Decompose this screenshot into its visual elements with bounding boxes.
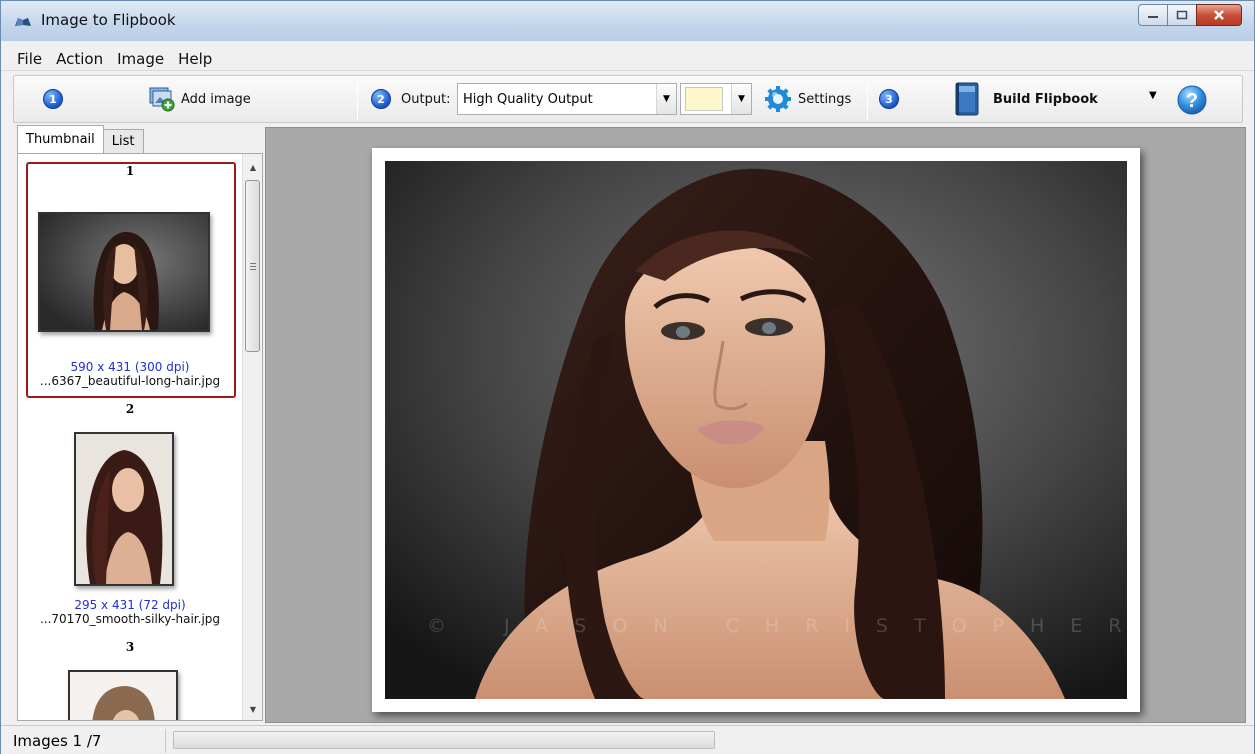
step-3-badge: 3 — [879, 89, 899, 109]
thumbnail-filename: ...70170_smooth-silky-hair.jpg — [39, 612, 221, 626]
menu-file[interactable]: File — [11, 50, 48, 68]
help-icon: ? — [1177, 85, 1207, 115]
preview-frame: © JASON CHRISTOPHER — [372, 148, 1140, 712]
thumbnail-item[interactable]: 2 — [18, 402, 242, 416]
thumbnail-dimensions: 295 x 431 (72 dpi) — [74, 598, 186, 612]
step-2-badge: 2 — [371, 89, 391, 109]
add-image-icon — [149, 87, 175, 112]
menu-image[interactable]: Image — [111, 50, 170, 68]
color-picker[interactable]: ▼ — [680, 83, 752, 115]
chevron-down-icon: ▼ — [656, 84, 676, 114]
status-bar: Images 1 /7 — [1, 725, 1254, 754]
book-icon — [955, 82, 979, 116]
status-separator — [165, 729, 166, 753]
portrait-thumbnail — [76, 434, 172, 584]
thumbnail-info: 295 x 431 (72 dpi) ...70170_smooth-silky… — [18, 598, 242, 626]
window-controls — [1138, 4, 1242, 26]
add-image-label: Add image — [181, 91, 251, 107]
thumbnail-filename: ...6367_beautiful-long-hair.jpg — [39, 374, 221, 388]
close-icon — [1214, 10, 1224, 20]
thumbnail-item[interactable]: 3 — [18, 640, 242, 654]
status-progress-bar — [173, 731, 715, 749]
scrollbar-thumb[interactable] — [245, 180, 260, 352]
minimize-button[interactable] — [1138, 4, 1168, 26]
preview-image[interactable]: © JASON CHRISTOPHER — [385, 161, 1127, 699]
maximize-icon — [1176, 10, 1188, 20]
thumbnail-image[interactable] — [74, 432, 174, 586]
settings-label: Settings — [798, 91, 852, 107]
grip-icon — [250, 263, 256, 270]
add-image-button[interactable]: Add image — [149, 85, 251, 113]
thumbnail-info: 590 x 431 (300 dpi) ...6367_beautiful-lo… — [18, 360, 242, 388]
thumbnail-item[interactable]: 1 — [18, 164, 242, 178]
close-button[interactable] — [1196, 4, 1242, 26]
scroll-down-icon[interactable]: ▼ — [243, 700, 262, 718]
preview-watermark: © JASON CHRISTOPHER — [427, 615, 1127, 637]
output-select[interactable]: High Quality Output ▼ — [457, 83, 677, 115]
build-flipbook-button[interactable]: Build Flipbook — [955, 81, 1165, 117]
preview-area: © JASON CHRISTOPHER — [265, 127, 1246, 723]
help-button[interactable]: ? — [1176, 84, 1208, 119]
chevron-down-icon: ▼ — [731, 84, 751, 114]
output-select-value: High Quality Output — [463, 91, 593, 107]
status-text: Images 1 /7 — [13, 732, 102, 750]
thumbnail-number: 1 — [125, 164, 135, 178]
build-dropdown-arrow[interactable]: ▼ — [1149, 90, 1157, 101]
minimize-icon — [1148, 16, 1158, 18]
tab-thumbnail[interactable]: Thumbnail — [17, 125, 104, 153]
menu-action[interactable]: Action — [50, 50, 109, 68]
book-icon — [15, 18, 31, 26]
step-1-badge: 1 — [43, 89, 63, 109]
thumbnail-image[interactable] — [68, 670, 178, 720]
toolbar: 1 Add image 2 Output: High Quality Outpu… — [13, 75, 1243, 123]
maximize-button[interactable] — [1167, 4, 1197, 26]
thumbnail-scrollbar[interactable]: ▲ ▼ — [242, 154, 262, 720]
thumbnail-number: 3 — [125, 640, 135, 654]
svg-text:?: ? — [1186, 90, 1198, 112]
color-swatch — [685, 87, 723, 111]
title-bar: Image to Flipbook — [1, 1, 1254, 41]
thumbnail-number: 2 — [125, 402, 135, 416]
gear-icon — [765, 86, 791, 112]
output-label: Output: — [401, 92, 451, 107]
menu-bar: File Action Image Help — [1, 47, 1254, 71]
tab-list[interactable]: List — [102, 129, 144, 153]
thumbnail-panel: 1 590 x 431 (300 dpi) ...6367_beautiful-… — [17, 153, 263, 721]
toolbar-separator — [357, 80, 358, 120]
window-title: Image to Flipbook — [41, 11, 176, 29]
portrait-thumbnail — [70, 672, 176, 720]
thumbnail-image[interactable] — [38, 212, 210, 332]
view-tabs: Thumbnail List — [17, 125, 144, 153]
settings-button[interactable]: Settings — [764, 85, 851, 113]
scroll-up-icon[interactable]: ▲ — [243, 158, 262, 176]
portrait-thumbnail — [40, 214, 208, 330]
toolbar-separator — [867, 80, 868, 120]
app-window: Image to Flipbook File Action Image Help… — [0, 0, 1255, 754]
build-flipbook-label: Build Flipbook — [993, 91, 1098, 107]
chevron-down-icon: ▼ — [1149, 90, 1157, 101]
menu-help[interactable]: Help — [172, 50, 218, 68]
thumbnail-dimensions: 590 x 431 (300 dpi) — [70, 360, 190, 374]
